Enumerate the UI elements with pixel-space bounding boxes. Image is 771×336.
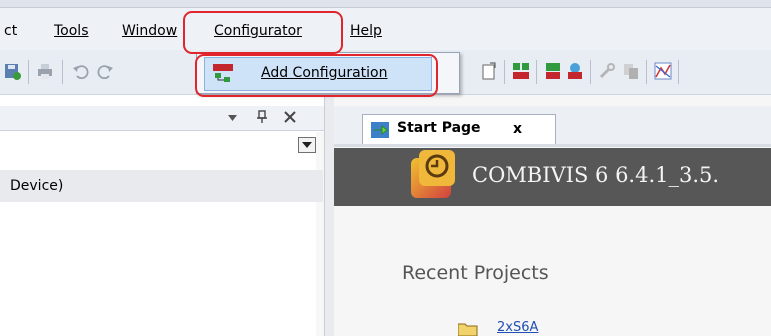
save-device-icon[interactable] [4,62,22,80]
copy-icon[interactable] [622,62,640,80]
dropdown-arrow-icon[interactable] [227,114,238,122]
banner-title: COMBIVIS 6 6.4.1_3.5. [472,163,720,187]
tree-item-device[interactable]: Device) [0,170,323,202]
annotation-highlight-add-configuration [195,54,438,97]
pin-icon[interactable] [256,110,268,124]
start-page-content: Recent Projects 2xS6A [334,206,771,336]
combivis-logo-icon [411,150,455,198]
keb-device-icon[interactable] [512,62,530,80]
menu-item-window-label: Window [122,23,178,39]
menu-item-window[interactable]: Window [122,22,177,40]
toolbar-separator [536,60,537,84]
panel-header [0,106,324,131]
wrench-icon[interactable] [598,62,616,80]
panel-scrollbar[interactable] [316,132,324,336]
keb-scan-icon[interactable] [544,62,562,80]
scope-chart-icon[interactable] [654,62,672,80]
toolbar-separator [28,60,29,84]
toolbar-separator [678,60,679,84]
undo-icon[interactable] [72,62,90,80]
redo-icon[interactable] [96,62,114,80]
folder-icon [458,323,478,336]
project-explorer-panel [0,95,324,336]
chevron-down-icon [302,142,312,148]
recent-project-link[interactable]: 2xS6A [497,320,538,335]
toolbar-separator [646,60,647,84]
tab-start-page[interactable]: Start Page x [362,114,556,144]
toolbar-separator [590,60,591,84]
toolbar-separator [62,60,63,84]
menu-item-help-label: Help [350,23,382,39]
print-icon[interactable] [36,62,54,80]
recent-projects-heading: Recent Projects [402,262,549,284]
tab-label: Start Page [397,120,481,136]
close-icon[interactable] [284,111,296,123]
window-title-strip [0,0,771,8]
tab-close-icon[interactable]: x [513,121,522,137]
menu-item-project[interactable]: ct [4,22,17,40]
start-page-banner: COMBIVIS 6 6.4.1_3.5. [334,148,771,206]
menu-item-tools[interactable]: Tools [54,22,89,40]
toolbar-separator [504,60,505,84]
menu-item-help[interactable]: Help [350,22,382,40]
menu-item-tools-label: Tools [54,23,89,39]
annotation-highlight-configurator [183,11,343,54]
tree-item-label: Device) [10,178,64,194]
menu-bar [0,8,771,50]
panel-dropdown-button[interactable] [298,137,316,153]
keb-online-icon[interactable] [566,62,584,80]
start-page-icon [371,122,389,138]
open-document-icon[interactable] [480,62,498,80]
